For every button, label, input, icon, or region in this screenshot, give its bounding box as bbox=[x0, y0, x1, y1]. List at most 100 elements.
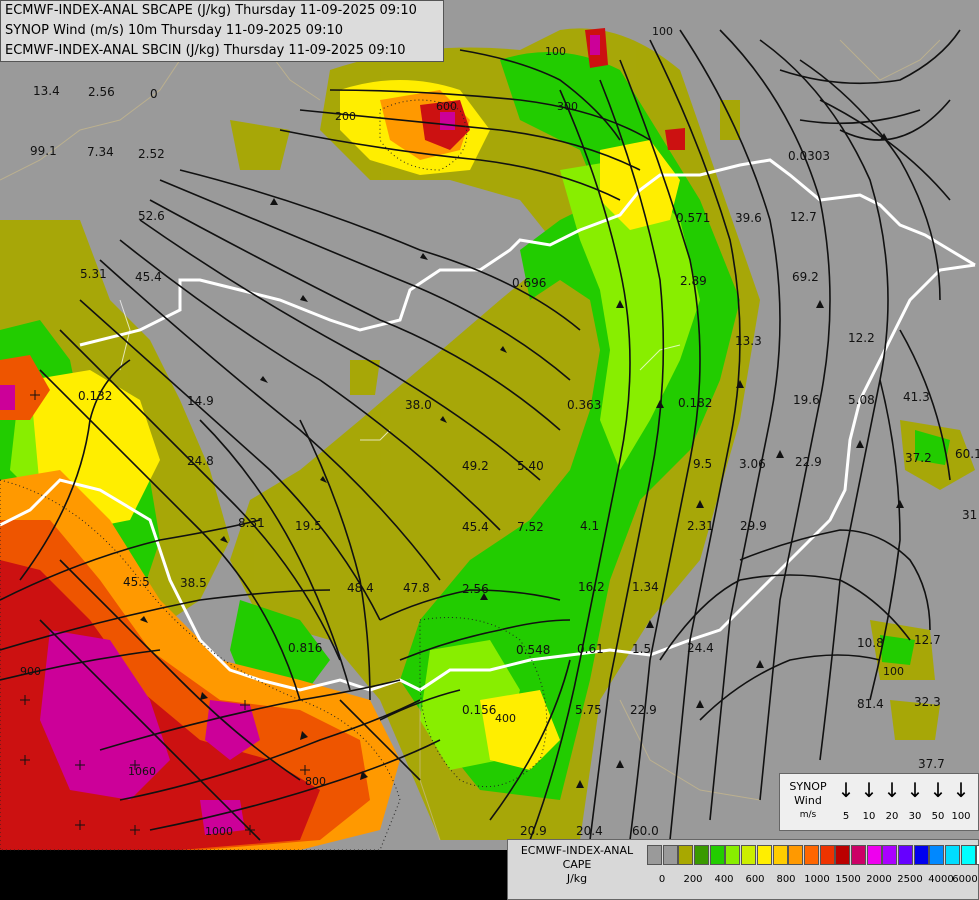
value-label: 1.5 bbox=[632, 642, 651, 656]
cape-tick: 1000 bbox=[804, 874, 830, 885]
cape-tick: 4000 bbox=[928, 874, 954, 885]
value-label: 48.4 bbox=[347, 581, 374, 595]
wind-speed-label: 10 bbox=[862, 811, 876, 822]
contour-label: 600 bbox=[436, 100, 457, 113]
cape-legend-title1: ECMWF-INDEX-ANAL bbox=[520, 844, 634, 857]
value-label: 60.1 bbox=[955, 447, 979, 461]
cape-swatch bbox=[866, 845, 882, 865]
value-label: 0.0303 bbox=[788, 149, 830, 163]
synop-legend-title2: Wind bbox=[794, 794, 822, 807]
map-title-box: ECMWF-INDEX-ANAL SBCAPE (J/kg) Thursday … bbox=[0, 0, 444, 62]
value-label: 5.40 bbox=[517, 459, 544, 473]
cape-swatch bbox=[819, 845, 835, 865]
cape-swatch bbox=[694, 845, 710, 865]
value-label: 5.75 bbox=[575, 703, 602, 717]
cape-swatch bbox=[788, 845, 804, 865]
value-label: 7.52 bbox=[517, 520, 544, 534]
value-label: 13.4 bbox=[33, 84, 60, 98]
value-label: 2.56 bbox=[462, 582, 489, 596]
cape-swatch bbox=[850, 845, 866, 865]
wind-arrow-icon: ↓ bbox=[929, 778, 947, 802]
value-label: 69.2 bbox=[792, 270, 819, 284]
wind-arrow-icon: ↓ bbox=[952, 778, 970, 802]
value-label: 0.548 bbox=[516, 643, 550, 657]
value-label: 12.7 bbox=[790, 210, 817, 224]
value-label: 0.571 bbox=[676, 211, 710, 225]
cape-tick: 2000 bbox=[866, 874, 892, 885]
cape-swatch bbox=[678, 845, 694, 865]
cape-swatch bbox=[803, 845, 819, 865]
wind-speed-label: 20 bbox=[885, 811, 899, 822]
cape-swatch bbox=[772, 845, 788, 865]
value-label: 16.2 bbox=[578, 580, 605, 594]
value-label: 7.34 bbox=[87, 145, 114, 159]
value-label: 81.4 bbox=[857, 697, 884, 711]
contour-label: 200 bbox=[335, 110, 356, 123]
value-label: 45.4 bbox=[462, 520, 489, 534]
cape-swatch bbox=[960, 845, 976, 865]
value-label: 47.8 bbox=[403, 581, 430, 595]
value-label: 24.8 bbox=[187, 454, 214, 468]
cape-tick: 800 bbox=[776, 874, 796, 885]
synop-legend-title1: SYNOP bbox=[789, 780, 827, 793]
synop-legend-label: SYNOP Wind m/s bbox=[784, 780, 832, 822]
contour-label: 800 bbox=[305, 775, 326, 788]
cin-title: ECMWF-INDEX-ANAL SBCIN (J/kg) Thursday 1… bbox=[5, 43, 406, 58]
cape-legend-label: ECMWF-INDEX-ANAL CAPE J/kg bbox=[512, 844, 642, 886]
value-label: 2.52 bbox=[138, 147, 165, 161]
value-label: 52.6 bbox=[138, 209, 165, 223]
value-label: 41.3 bbox=[903, 390, 930, 404]
cape-swatch bbox=[835, 845, 851, 865]
value-label: 13.3 bbox=[735, 334, 762, 348]
value-label: 45.5 bbox=[123, 575, 150, 589]
wind-speed-label: 100 bbox=[951, 811, 971, 822]
cape-swatch bbox=[929, 845, 945, 865]
value-label: 0.182 bbox=[678, 396, 712, 410]
value-label: 14.9 bbox=[187, 394, 214, 408]
value-label: 37.7 bbox=[918, 757, 945, 771]
synop-title: SYNOP Wind (m/s) 10m Thursday 11-09-2025… bbox=[5, 23, 344, 38]
value-label: 20.4 bbox=[576, 824, 603, 838]
synop-wind-legend: SYNOP Wind m/s ↓ ↓ ↓ ↓ ↓ ↓ 5 10 20 30 50… bbox=[779, 773, 979, 831]
value-label: 0.816 bbox=[288, 641, 322, 655]
value-label: 24.4 bbox=[687, 641, 714, 655]
cape-tick: 400 bbox=[714, 874, 734, 885]
cape-swatches bbox=[647, 845, 979, 865]
cape-swatch bbox=[725, 845, 741, 865]
contour-label: 100 bbox=[545, 45, 566, 58]
value-label: 19.6 bbox=[793, 393, 820, 407]
cape-tick: 0 bbox=[658, 874, 666, 885]
value-label: 8.31 bbox=[238, 516, 265, 530]
value-label: 29.9 bbox=[740, 519, 767, 533]
wind-arrow-icon: ↓ bbox=[906, 778, 924, 802]
value-label: 2.31 bbox=[687, 519, 714, 533]
wind-arrow-icon: ↓ bbox=[860, 778, 878, 802]
cape-swatch bbox=[647, 845, 662, 865]
contour-label: 100 bbox=[883, 665, 904, 678]
value-label: 0 bbox=[150, 87, 158, 101]
cape-swatch bbox=[709, 845, 725, 865]
cape-ticks: 0 200 400 600 800 1000 1500 2000 2500 40… bbox=[647, 874, 978, 888]
value-label: 0.132 bbox=[78, 389, 112, 403]
wind-arrow-icon: ↓ bbox=[837, 778, 855, 802]
value-label: 19.5 bbox=[295, 519, 322, 533]
contour-label: 1060 bbox=[128, 765, 156, 778]
cape-swatch bbox=[913, 845, 929, 865]
value-label: 99.1 bbox=[30, 144, 57, 158]
cape-swatch bbox=[945, 845, 961, 865]
value-label: 9.5 bbox=[693, 457, 712, 471]
contour-label: 900 bbox=[20, 665, 41, 678]
value-label: 60.0 bbox=[632, 824, 659, 838]
value-label: 2.56 bbox=[88, 85, 115, 99]
cape-tick: 6000 bbox=[952, 874, 978, 885]
cape-tick: 1500 bbox=[835, 874, 861, 885]
value-label: 0.61 bbox=[577, 642, 604, 656]
cape-swatch bbox=[756, 845, 772, 865]
value-label: 1.34 bbox=[632, 580, 659, 594]
cape-legend-unit: J/kg bbox=[566, 872, 588, 885]
wind-speed-label: 5 bbox=[842, 811, 850, 822]
value-label: 20.9 bbox=[520, 824, 547, 838]
cape-swatch bbox=[741, 845, 757, 865]
value-label: 2.89 bbox=[680, 274, 707, 288]
cape-color-legend: ECMWF-INDEX-ANAL CAPE J/kg 0 200 400 600… bbox=[507, 839, 979, 900]
